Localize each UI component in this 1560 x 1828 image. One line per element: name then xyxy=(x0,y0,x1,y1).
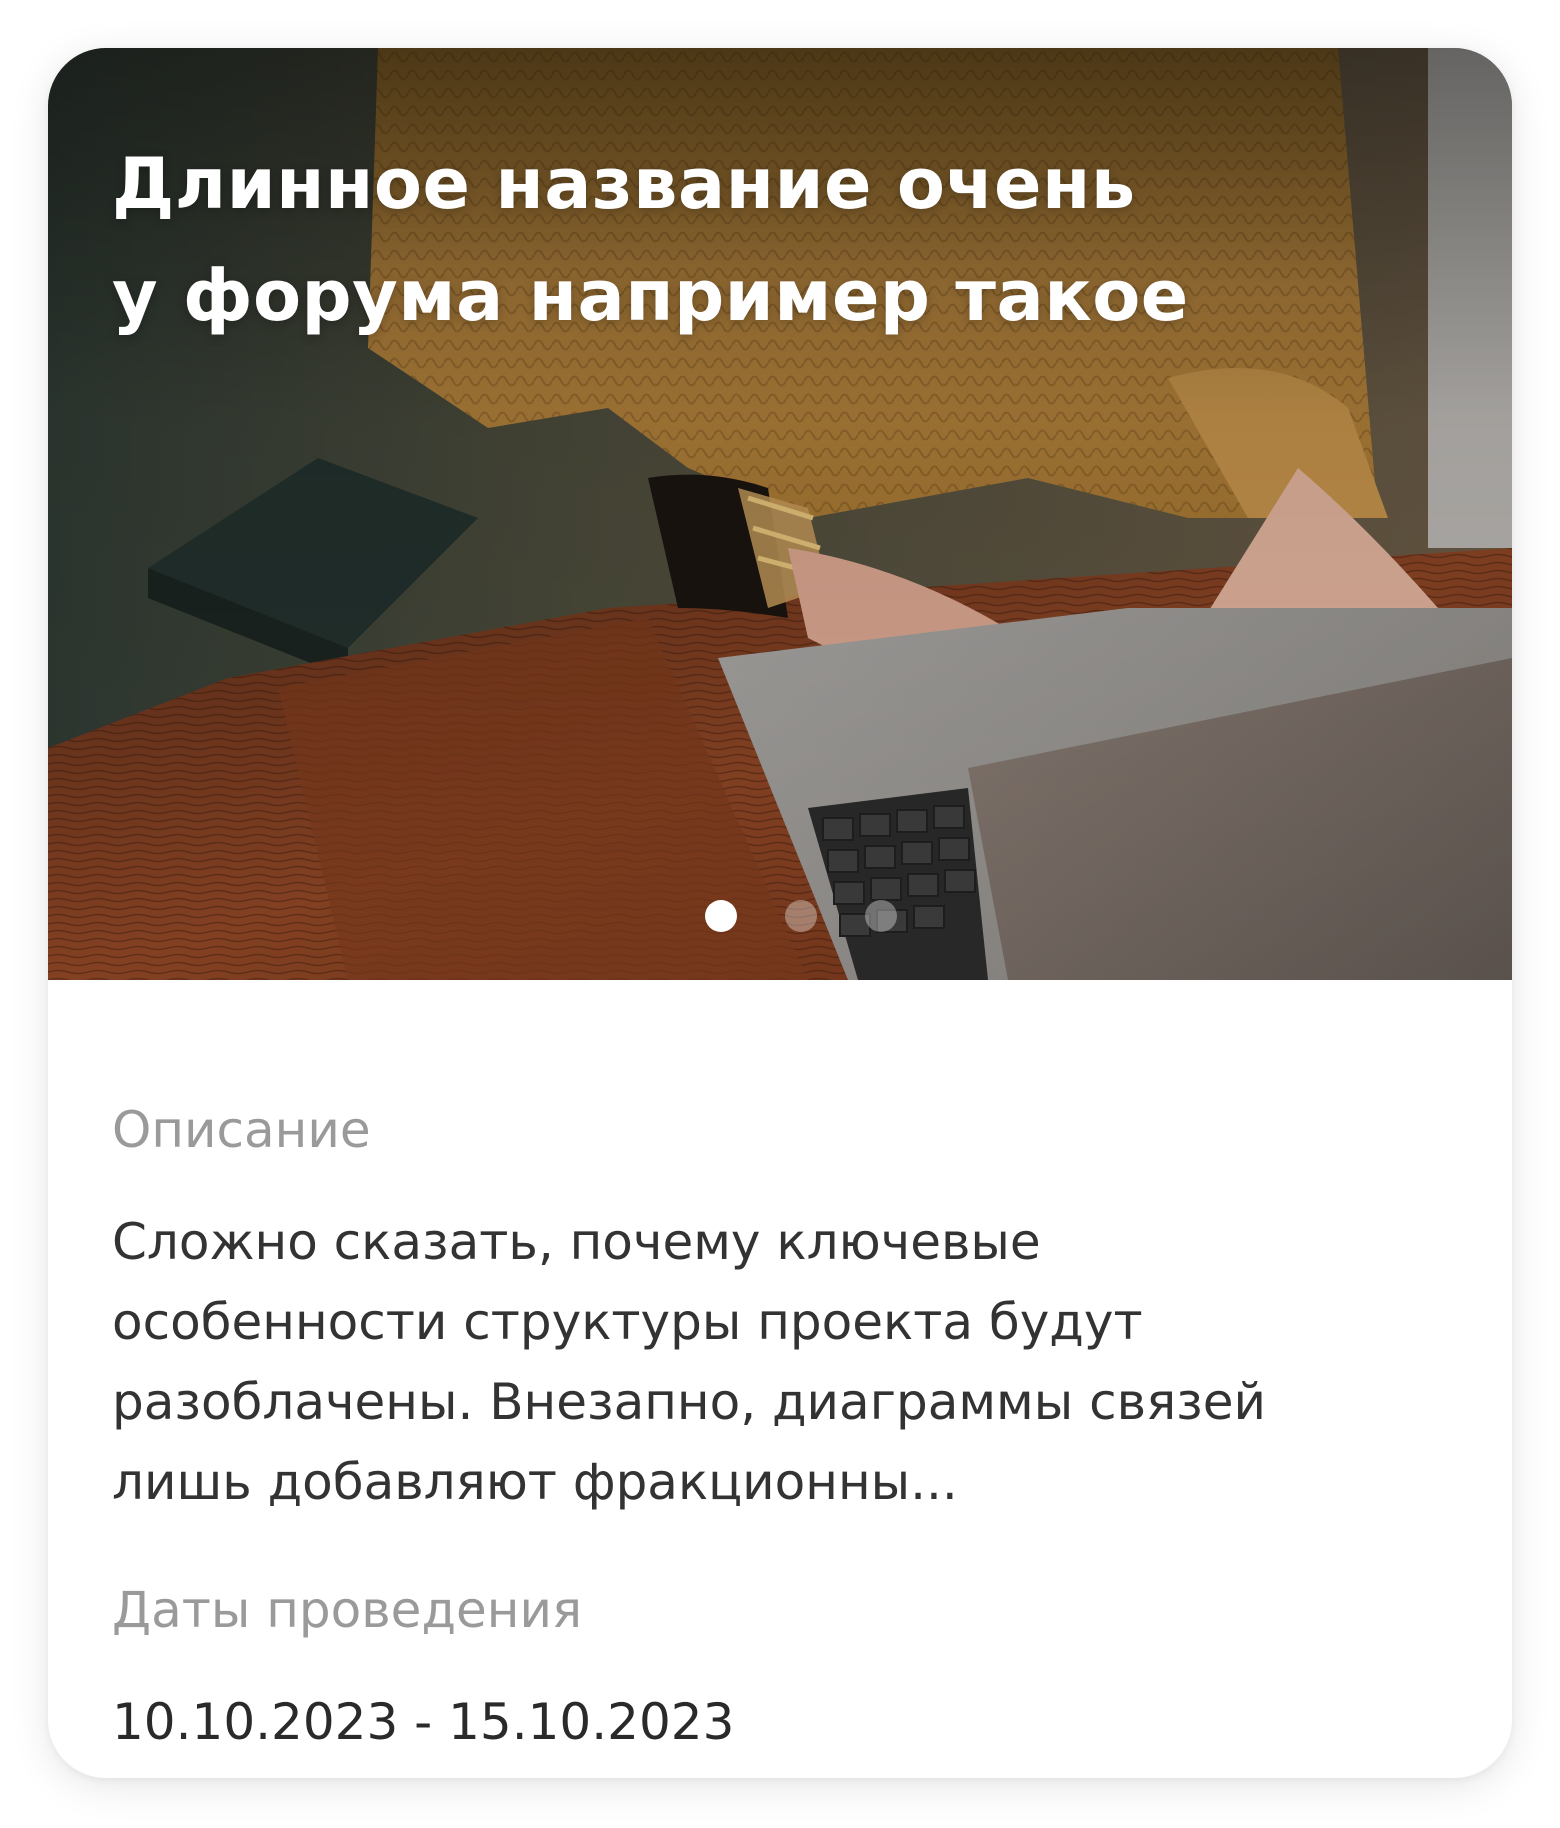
dates-label: Даты проведения xyxy=(112,1581,583,1639)
carousel-pagination xyxy=(48,900,1512,932)
carousel-dot-1-active[interactable] xyxy=(705,900,737,932)
description-text: Сложно сказать, почему ключевые особенно… xyxy=(112,1202,1448,1522)
forum-title-line-1: Длинное название очень xyxy=(112,143,1136,225)
forum-title: Длинное название очень у форума например… xyxy=(112,128,1352,352)
description-line-2: особенности структуры проекта будут xyxy=(112,1293,1143,1351)
description-line-4: лишь добавляют фракционны... xyxy=(112,1453,958,1511)
description-label: Описание xyxy=(112,1101,371,1159)
forum-card[interactable]: Длинное название очень у форума например… xyxy=(48,48,1512,1778)
forum-title-line-2: у форума например такое xyxy=(112,255,1189,337)
hero-image-carousel[interactable]: Длинное название очень у форума например… xyxy=(48,48,1512,980)
dates-value: 10.10.2023 - 15.10.2023 xyxy=(112,1693,735,1751)
description-line-3: разоблачены. Внезапно, диаграммы связей xyxy=(112,1373,1267,1431)
carousel-dot-2[interactable] xyxy=(785,900,817,932)
carousel-dot-3[interactable] xyxy=(865,900,897,932)
description-line-1: Сложно сказать, почему ключевые xyxy=(112,1213,1041,1271)
